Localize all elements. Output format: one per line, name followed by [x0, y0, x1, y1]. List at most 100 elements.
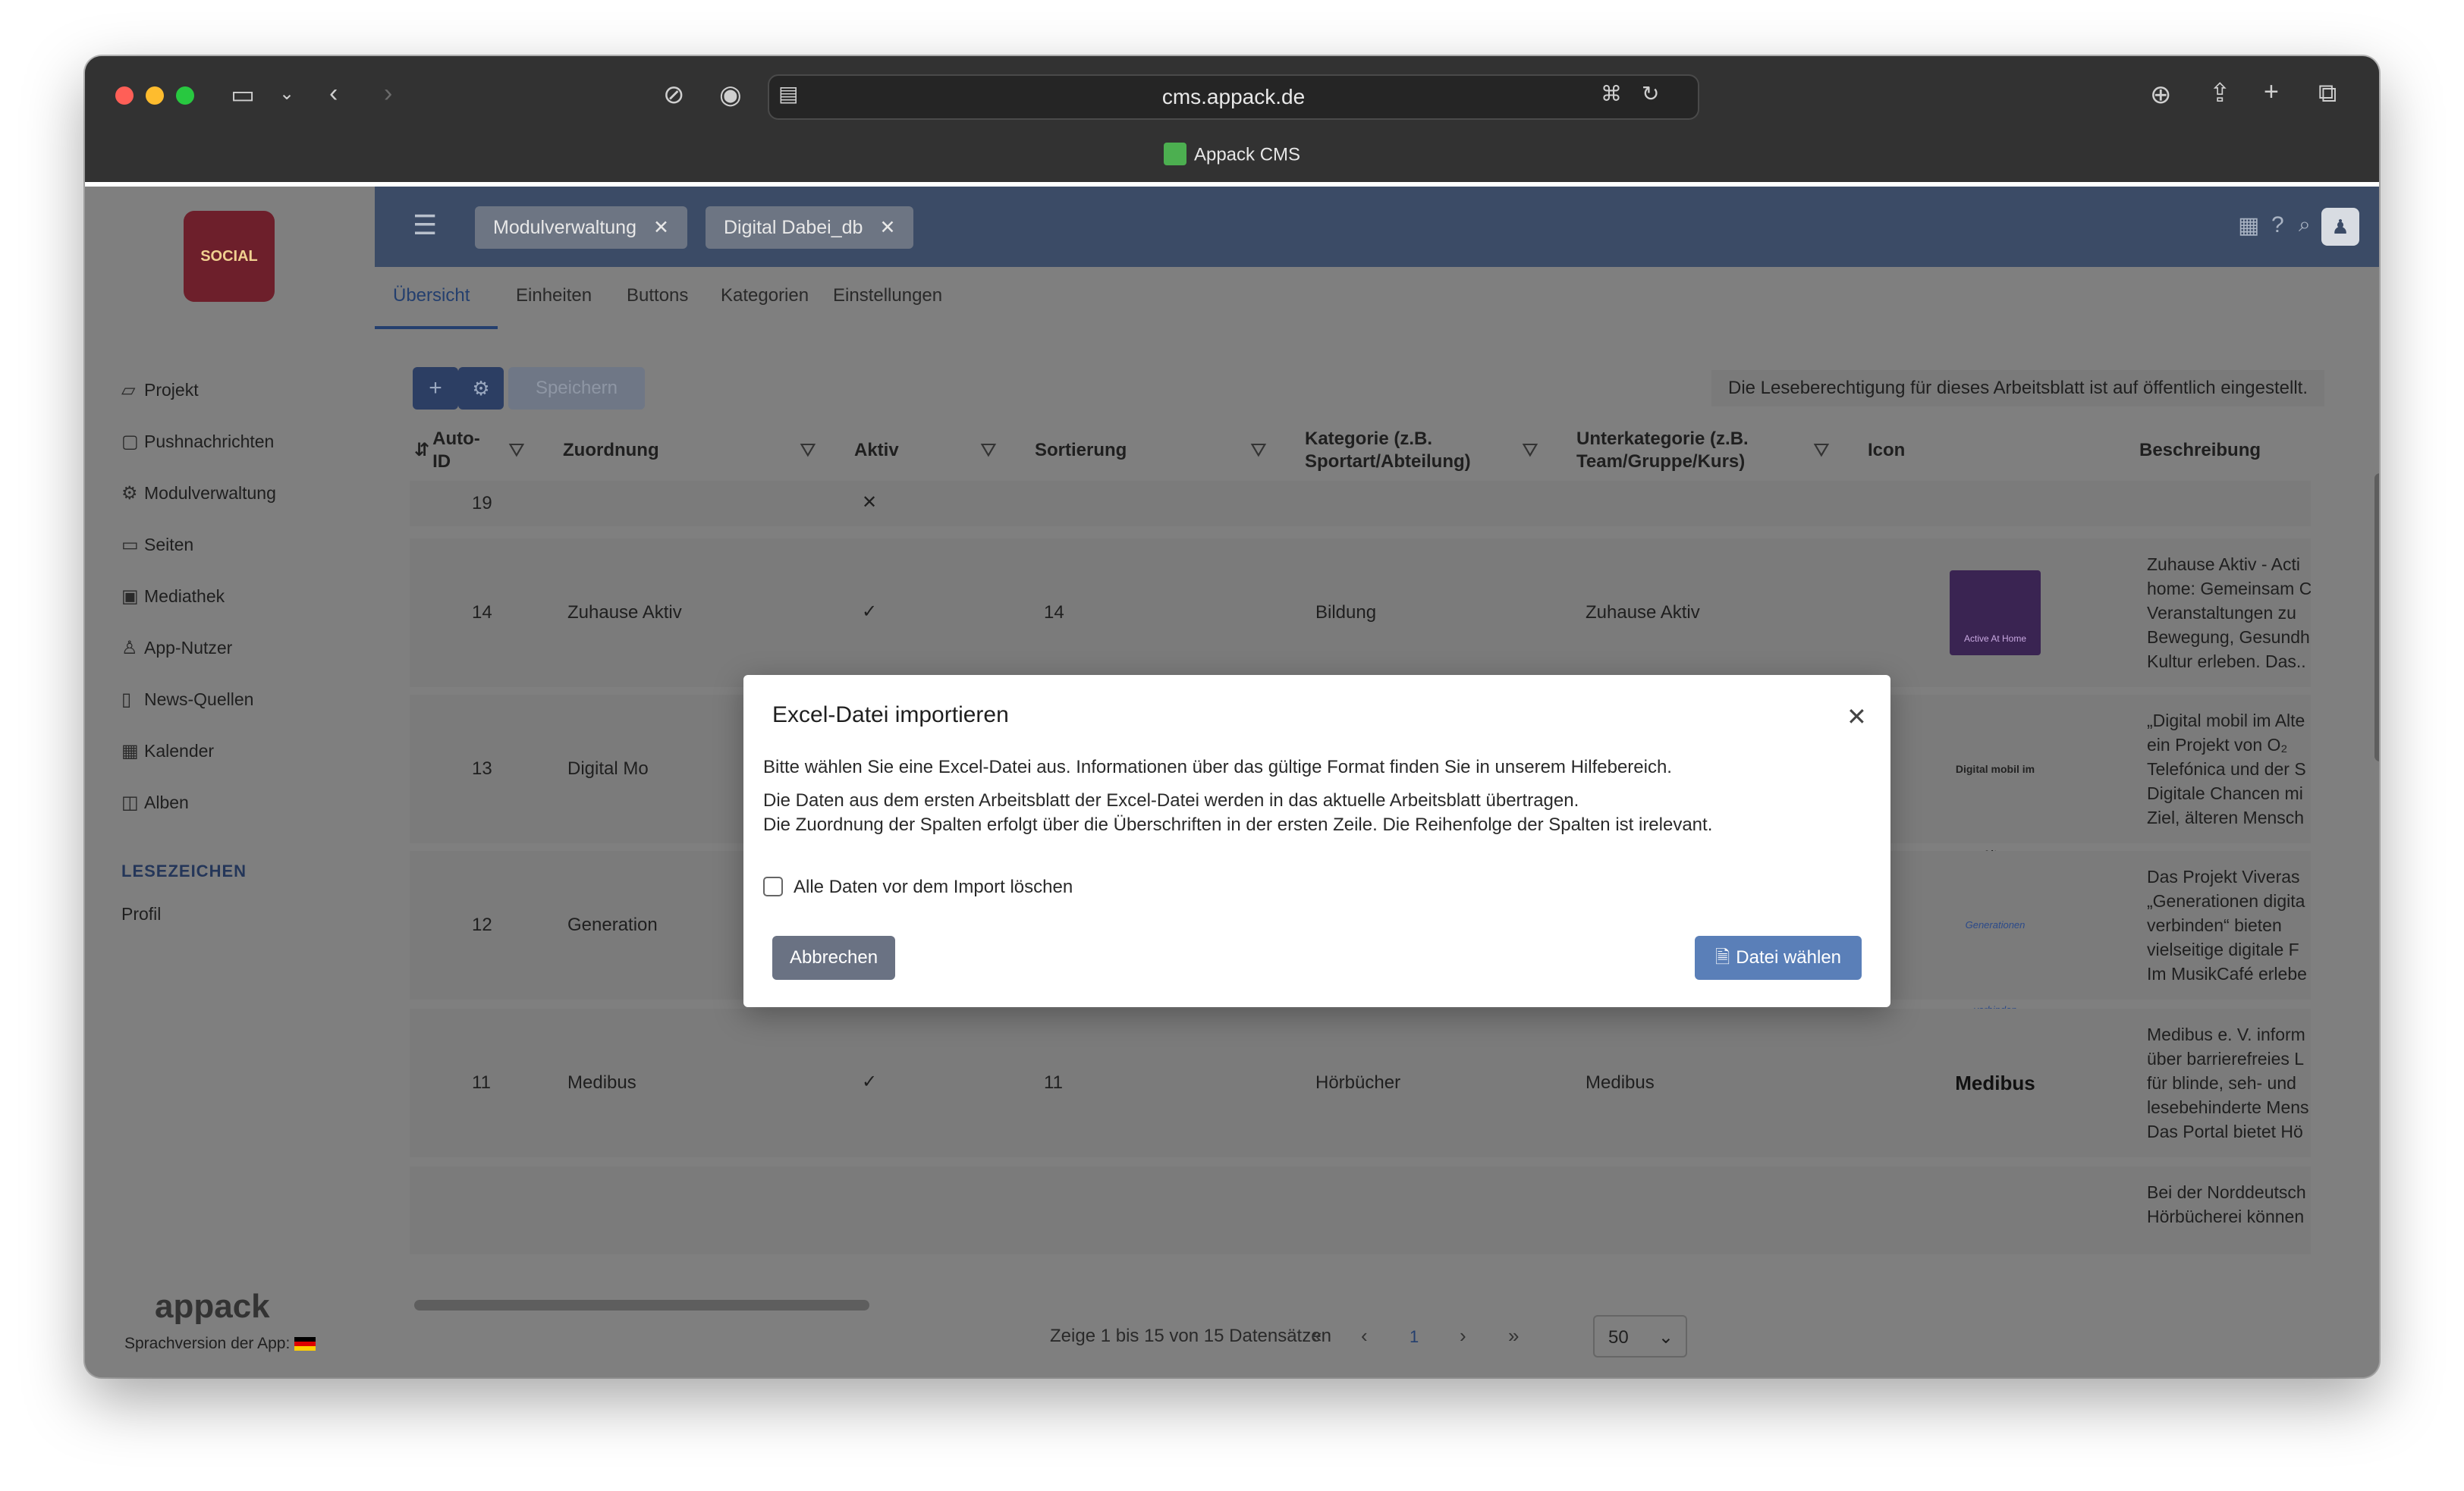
back-icon[interactable]: ‹: [329, 80, 338, 106]
project-logo[interactable]: SOCIAL: [184, 211, 275, 302]
table-row[interactable]: 11 Medibus ✓ 11 Hörbücher Medibus Medibu…: [410, 1009, 2311, 1157]
cancel-button[interactable]: Abbrechen: [772, 936, 895, 980]
filter-icon[interactable]: ⛛: [508, 438, 525, 463]
pagination: Zeige 1 bis 15 von 15 Datensätzen « ‹ 1 …: [375, 1315, 2379, 1361]
page-size-select[interactable]: 50 ⌄: [1593, 1315, 1687, 1358]
delete-data-label[interactable]: Alle Daten vor dem Import löschen: [794, 877, 1073, 898]
tab-kategorien[interactable]: Kategorien: [721, 285, 809, 306]
vertical-scrollbar[interactable]: [2374, 473, 2379, 761]
extension-icon[interactable]: ◉: [719, 82, 742, 108]
download-icon[interactable]: ⊕: [2150, 82, 2172, 108]
cell-unterkategorie: Medibus: [1586, 1072, 1655, 1093]
save-button[interactable]: Speichern: [508, 367, 645, 410]
browser-toolbar: ▭ ⌄ ‹ › ⊘ ◉ ▤ cms.appack.de ⌘ ↻ ⊕ ⇪ + ⧉ …: [85, 56, 2379, 187]
minimize-window-button[interactable]: [146, 86, 164, 105]
sidebar-toggle-icon[interactable]: ▭: [231, 82, 255, 108]
share-icon[interactable]: ⇪: [2209, 80, 2231, 106]
tab-uebersicht[interactable]: Übersicht: [393, 285, 470, 306]
reload-icon[interactable]: ↻: [1642, 83, 1659, 105]
tab-einheiten[interactable]: Einheiten: [516, 285, 592, 306]
sidebar-item-pushnachrichten[interactable]: ▢ Pushnachrichten: [121, 426, 274, 457]
sort-icon[interactable]: ⇵: [414, 439, 429, 462]
prev-page-icon[interactable]: ‹: [1361, 1324, 1368, 1348]
cell-zuordnung: Generation: [567, 915, 658, 935]
first-page-icon[interactable]: «: [1311, 1324, 1322, 1348]
dialog-text-1: Bitte wählen Sie eine Excel-Datei aus. I…: [763, 757, 1672, 777]
filter-icon[interactable]: ⛛: [800, 438, 816, 463]
delete-data-checkbox[interactable]: [763, 877, 783, 896]
header-aktiv[interactable]: Aktiv: [854, 420, 945, 481]
settings-button[interactable]: ⚙: [458, 367, 504, 410]
tab-title: Appack CMS: [1193, 144, 1301, 165]
cell-sortierung: 14: [1044, 602, 1064, 623]
language-version[interactable]: Sprachversion der App:: [124, 1335, 316, 1353]
help-icon[interactable]: ?: [2271, 212, 2284, 238]
cell-beschreibung: „Digital mobil im Alte ein Projekt von O₂…: [2147, 711, 2306, 827]
filter-icon[interactable]: ⛛: [1813, 438, 1830, 463]
grid-icon[interactable]: ▦: [2238, 212, 2259, 239]
user-avatar-button[interactable]: ♟: [2321, 208, 2359, 246]
app-topbar: ☰ Modulverwaltung ✕ Digital Dabei_db ✕ ▦ ?…: [375, 187, 2379, 267]
table-row[interactable]: 19 ✕: [410, 481, 2311, 526]
aktiv-cross-icon: ✕: [862, 492, 878, 513]
last-page-icon[interactable]: »: [1508, 1324, 1519, 1348]
tab-modulverwaltung[interactable]: Modulverwaltung ✕: [475, 206, 687, 249]
sidebar-item-mediathek[interactable]: ▣ Mediathek: [121, 581, 225, 611]
header-auto-id[interactable]: ⇵ Auto-ID: [414, 420, 482, 481]
cell-zuordnung: Digital Mo: [567, 758, 649, 779]
filter-icon[interactable]: ⛛: [1522, 438, 1538, 463]
header-unterkategorie[interactable]: Unterkategorie (z.B. Team/Gruppe/Kurs): [1576, 420, 1789, 481]
cell-beschreibung: Zuhause Aktiv - Acti home: Gemeinsam C Ver…: [2147, 554, 2311, 671]
address-bar[interactable]: ▤ cms.appack.de ⌘ ↻: [768, 74, 1699, 120]
zoom-window-button[interactable]: [176, 86, 194, 105]
cell-zuordnung: Medibus: [567, 1072, 636, 1093]
header-kategorie[interactable]: Kategorie (z.B. Sportart/Abteilung): [1305, 420, 1494, 481]
dialog-text-3: Die Zuordnung der Spalten erfolgt über d…: [763, 815, 1713, 835]
filter-icon[interactable]: ⛛: [1250, 438, 1267, 463]
privacy-icon[interactable]: ⊘: [663, 82, 685, 108]
sidebar-item-news-quellen[interactable]: ▯ News-Quellen: [121, 684, 253, 714]
chevron-down-icon[interactable]: ⌄: [279, 85, 294, 103]
sidebar-item-modulverwaltung[interactable]: ⚙ Modulverwaltung: [121, 478, 276, 508]
table-row[interactable]: 14 Zuhause Aktiv ✓ 14 Bildung Zuhause Ak…: [410, 538, 2311, 687]
calendar-icon: ▦: [121, 741, 139, 761]
hamburger-menu-icon[interactable]: ☰: [413, 209, 437, 241]
news-icon: ▯: [121, 689, 132, 710]
choose-file-button[interactable]: 🗎 Datei wählen: [1695, 936, 1862, 980]
close-window-button[interactable]: [115, 86, 134, 105]
file-icon: 🗎: [1714, 947, 1730, 968]
sidebar-item-projekt[interactable]: ▱ Projekt: [121, 375, 199, 405]
browser-tab[interactable]: Appack CMS: [85, 143, 2379, 167]
tab-einstellungen[interactable]: Einstellungen: [833, 285, 942, 306]
next-page-icon[interactable]: ›: [1460, 1324, 1466, 1348]
header-sortierung[interactable]: Sortierung: [1035, 420, 1186, 481]
german-flag-icon: [294, 1337, 316, 1351]
cell-kategorie: Bildung: [1315, 602, 1377, 623]
filter-icon[interactable]: ⛛: [980, 438, 997, 463]
tab-buttons[interactable]: Buttons: [627, 285, 688, 306]
add-record-button[interactable]: +: [413, 367, 458, 410]
table-row[interactable]: Bei der Norddeutsch Hörbücherei können: [410, 1166, 2311, 1254]
tab-overview-icon[interactable]: ⧉: [2318, 80, 2337, 106]
bookmark-profil[interactable]: Profil: [121, 904, 161, 924]
current-page[interactable]: 1: [1410, 1327, 1419, 1347]
sidebar-item-alben[interactable]: ◫ Alben: [121, 787, 189, 818]
tab-digital-dabei-db[interactable]: Digital Dabei_db ✕: [706, 206, 914, 249]
sidebar-item-app-nutzer[interactable]: ♙ App-Nutzer: [121, 632, 232, 663]
sidebar: SOCIAL ▱ Projekt ▢ Pushnachrichten ⚙ Modulv…: [85, 187, 375, 1377]
close-tab-icon[interactable]: ✕: [653, 217, 669, 238]
close-icon[interactable]: ✕: [1846, 702, 1867, 731]
sidebar-item-kalender[interactable]: ▦ Kalender: [121, 736, 214, 766]
close-tab-icon[interactable]: ✕: [879, 217, 895, 238]
search-icon[interactable]: ⌕: [2299, 212, 2311, 237]
new-tab-icon[interactable]: +: [2264, 79, 2279, 105]
sidebar-item-seiten[interactable]: ▭ Seiten: [121, 529, 193, 560]
horizontal-scrollbar[interactable]: [414, 1300, 869, 1311]
translate-icon[interactable]: ⌘: [1601, 83, 1622, 105]
header-beschreibung[interactable]: Beschreibung: [2139, 420, 2291, 481]
header-icon[interactable]: Icon: [1868, 420, 1959, 481]
forward-icon[interactable]: ›: [384, 80, 392, 106]
dialog-title: Excel-Datei importieren: [772, 702, 1009, 727]
header-zuordnung[interactable]: Zuordnung: [563, 420, 715, 481]
cell-unterkategorie: Zuhause Aktiv: [1586, 602, 1700, 623]
